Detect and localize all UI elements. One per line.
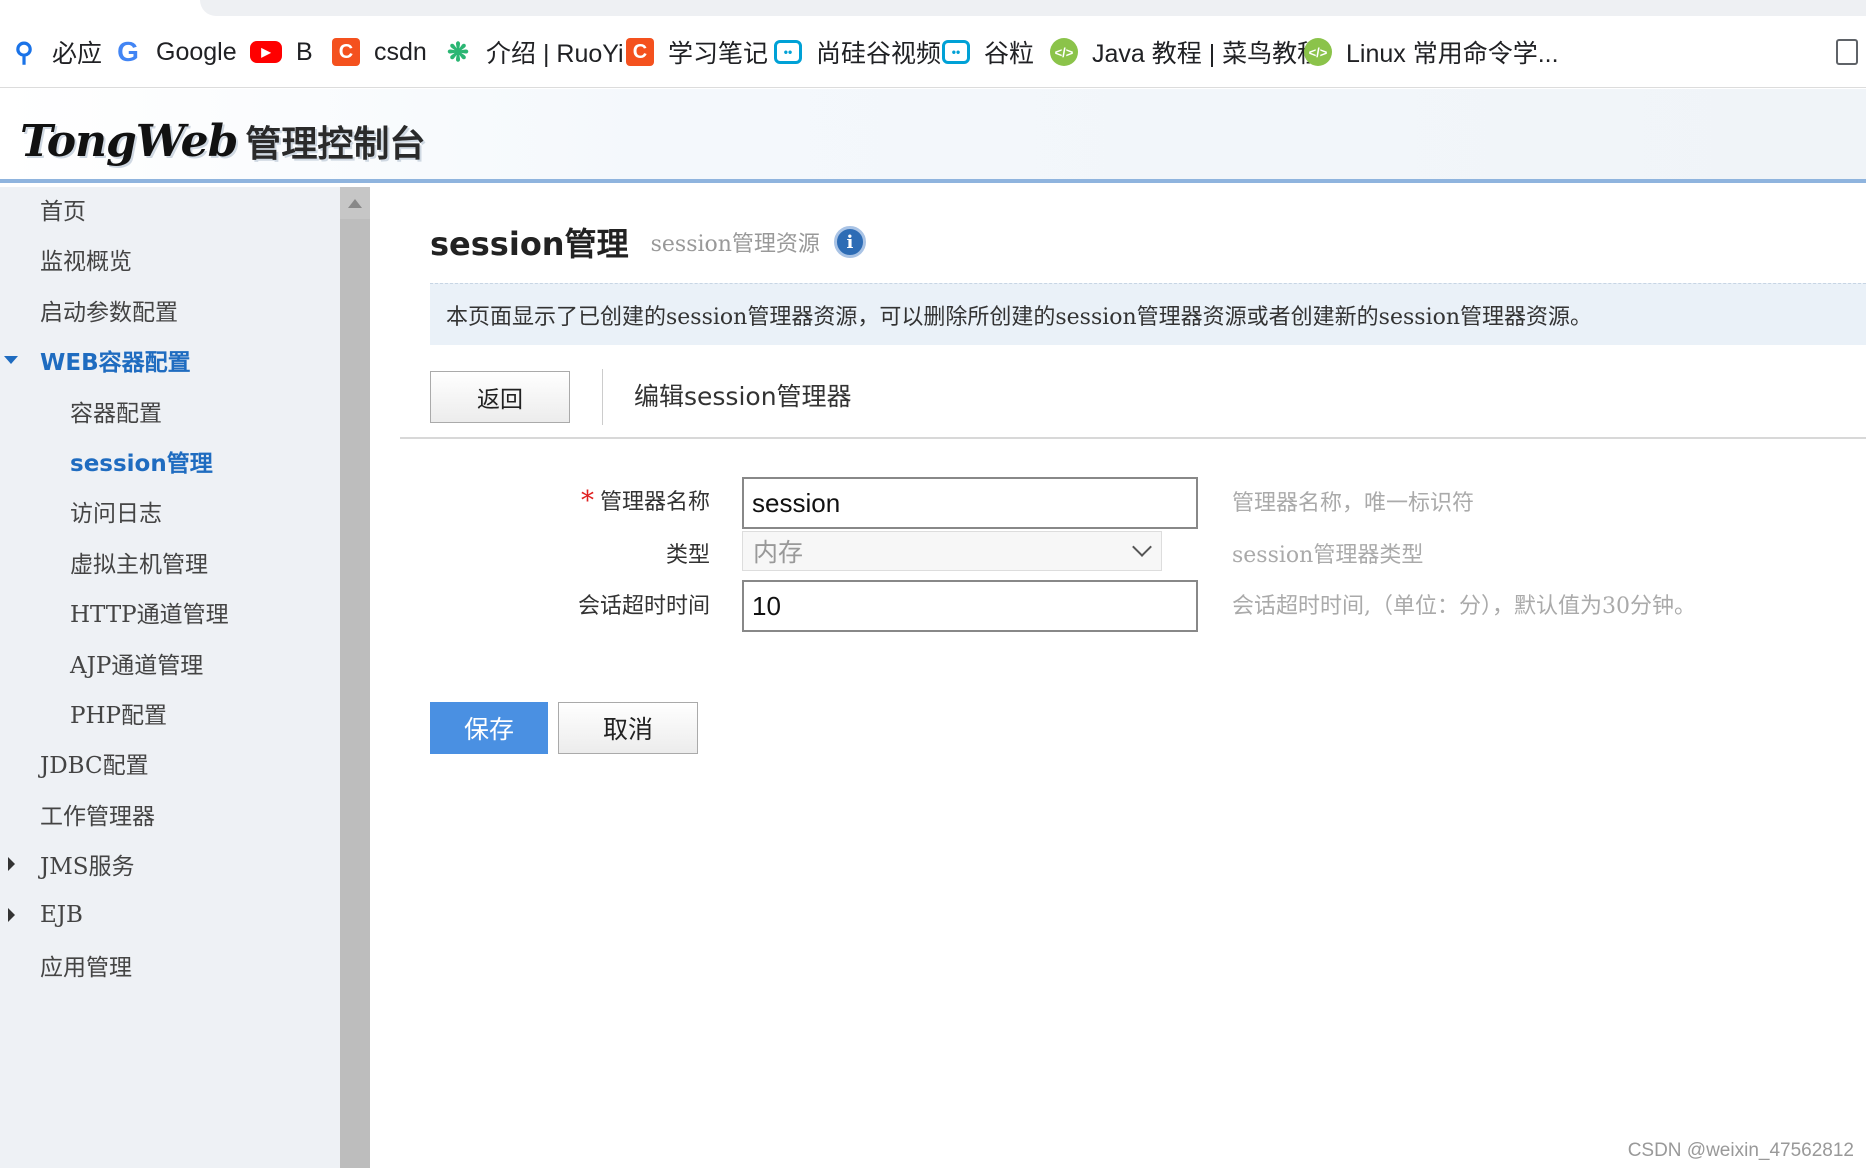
sidebar-item-app-management[interactable]: 应用管理 — [0, 935, 340, 995]
sidebar-item-label: 启动参数配置 — [40, 300, 178, 326]
type-select[interactable]: 内存 — [742, 531, 1162, 571]
bookmark-guli[interactable]: •• 谷粒 — [942, 34, 1034, 70]
toolbar: 返回 编辑session管理器 — [400, 355, 1866, 439]
bookmark-ruoyi[interactable]: ❋ 介绍 | RuoYi — [444, 34, 624, 70]
session-timeout-input[interactable]: 10 — [742, 580, 1198, 632]
description-box: 本页面显示了已创建的session管理器资源，可以删除所创建的session管理… — [430, 283, 1866, 345]
bookmark-linux[interactable]: </> Linux 常用命令学... — [1304, 34, 1559, 70]
page-title: session管理 — [430, 225, 629, 263]
bookmark-label: B — [296, 37, 313, 66]
bookmark-label: 谷粒 — [984, 40, 1035, 68]
type-field-label: 类型 — [665, 543, 710, 568]
chevron-down-icon — [1132, 537, 1152, 557]
runoob-icon: </> — [1050, 38, 1078, 66]
main-content: session管理 session管理资源 i 本页面显示了已创建的sessio… — [400, 187, 1866, 1168]
sidebar-item-label: JMS服务 — [40, 854, 135, 880]
sidebar: 首页 监视概览 启动参数配置 WEB容器配置 容器配置 session管理 访问… — [0, 187, 370, 1168]
watermark: CSDN @weixin_47562812 — [1627, 1140, 1854, 1161]
caret-down-icon — [4, 356, 18, 364]
sidebar-item-label: JDBC配置 — [40, 753, 149, 779]
search-icon: ⚲ — [14, 36, 34, 67]
bookmark-label: 介绍 | RuoYi — [486, 40, 624, 68]
manager-name-input[interactable]: session — [742, 477, 1198, 529]
sidebar-item-label: WEB容器配置 — [40, 350, 191, 376]
sidebar-item-label: HTTP通道管理 — [70, 602, 229, 628]
youtube-icon: ▶ — [250, 41, 282, 63]
bilibili-icon: •• — [942, 40, 970, 64]
sidebar-item-label: 应用管理 — [40, 955, 132, 981]
bookmark-java-runoob[interactable]: </> Java 教程 | 菜鸟教程 — [1050, 34, 1322, 70]
cancel-button[interactable]: 取消 — [558, 702, 698, 754]
bookmark-label: Google — [156, 37, 237, 66]
tongweb-logo: TongWeb 管理控制台 — [20, 115, 426, 167]
bookmark-label: 必应 — [52, 40, 103, 68]
scroll-up-icon[interactable] — [348, 199, 362, 208]
bookmark-label: 尚硅谷视频 — [816, 40, 942, 68]
bookmark-label: Java 教程 | 菜鸟教程 — [1092, 40, 1323, 68]
bookmark-b[interactable]: ▶ B — [250, 34, 313, 70]
sidebar-scrollbar[interactable] — [340, 187, 370, 1168]
timeout-field-label: 会话超时时间 — [577, 594, 710, 619]
info-icon[interactable]: i — [833, 226, 866, 258]
folder-icon — [1836, 39, 1858, 65]
title-row: session管理 session管理资源 i — [430, 217, 866, 267]
sidebar-item-label: 虚拟主机管理 — [70, 552, 208, 578]
bilibili-icon: •• — [774, 40, 802, 64]
required-mark: * — [580, 486, 594, 516]
toolbar-divider — [602, 369, 603, 425]
save-button[interactable]: 保存 — [430, 702, 548, 754]
csdn-icon: C — [626, 38, 654, 66]
sidebar-item-label: session管理 — [70, 451, 213, 477]
bookmark-label: 学习笔记 — [668, 40, 769, 68]
sidebar-item-label: 首页 — [40, 199, 86, 225]
scrollbar-thumb[interactable] — [340, 219, 370, 1168]
logo-brand: TongWeb — [20, 116, 238, 167]
runoob-icon: </> — [1304, 38, 1332, 66]
csdn-icon: C — [332, 38, 360, 66]
ruoyi-icon: ❋ — [447, 36, 469, 67]
sidebar-item-label: AJP通道管理 — [70, 653, 204, 679]
bookmark-notes[interactable]: C 学习笔记 — [626, 34, 768, 70]
bookmark-csdn[interactable]: C csdn — [332, 34, 427, 70]
description-text: 本页面显示了已创建的session管理器资源，可以删除所创建的session管理… — [446, 304, 1593, 330]
back-button[interactable]: 返回 — [430, 371, 570, 423]
name-field-label: * 管理器名称 — [400, 484, 710, 516]
sidebar-item-label: PHP配置 — [70, 703, 168, 729]
section-title: 编辑session管理器 — [634, 382, 852, 411]
caret-right-icon — [8, 857, 15, 871]
type-select-value: 内存 — [753, 538, 804, 567]
sidebar-item-label: EJB — [40, 902, 83, 928]
app-header: TongWeb 管理控制台 — [0, 89, 1866, 183]
bookmark-label: csdn — [374, 37, 427, 66]
label-text: 管理器名称 — [599, 490, 710, 515]
google-icon: G — [117, 36, 139, 67]
sidebar-item-label: 监视概览 — [40, 249, 132, 275]
bookmark-google[interactable]: G Google — [114, 34, 237, 70]
sidebar-item-label: 访问日志 — [70, 501, 162, 527]
sidebar-item-label: 容器配置 — [70, 401, 162, 427]
bookmark-bing[interactable]: ⚲ 必应 — [10, 34, 102, 70]
page-subtitle: session管理资源 — [650, 232, 820, 257]
tab-strip-edge — [200, 0, 1866, 16]
bookmarks-bar: ⚲ 必应 G Google ▶ B C csdn ❋ 介绍 | RuoYi C … — [0, 0, 1866, 88]
timeout-hint: 会话超时时间,（单位：分），默认值为30分钟。 — [1232, 594, 1696, 619]
sidebar-item-label: 工作管理器 — [40, 804, 155, 830]
bookmark-folder[interactable] — [1836, 34, 1858, 70]
caret-right-icon — [8, 908, 15, 922]
bookmark-label: Linux 常用命令学... — [1346, 40, 1559, 68]
type-hint: session管理器类型 — [1232, 543, 1424, 568]
logo-title: 管理控制台 — [245, 124, 426, 165]
name-hint: 管理器名称，唯一标识符 — [1232, 491, 1475, 516]
bookmark-atguigu[interactable]: •• 尚硅谷视频 — [774, 34, 941, 70]
